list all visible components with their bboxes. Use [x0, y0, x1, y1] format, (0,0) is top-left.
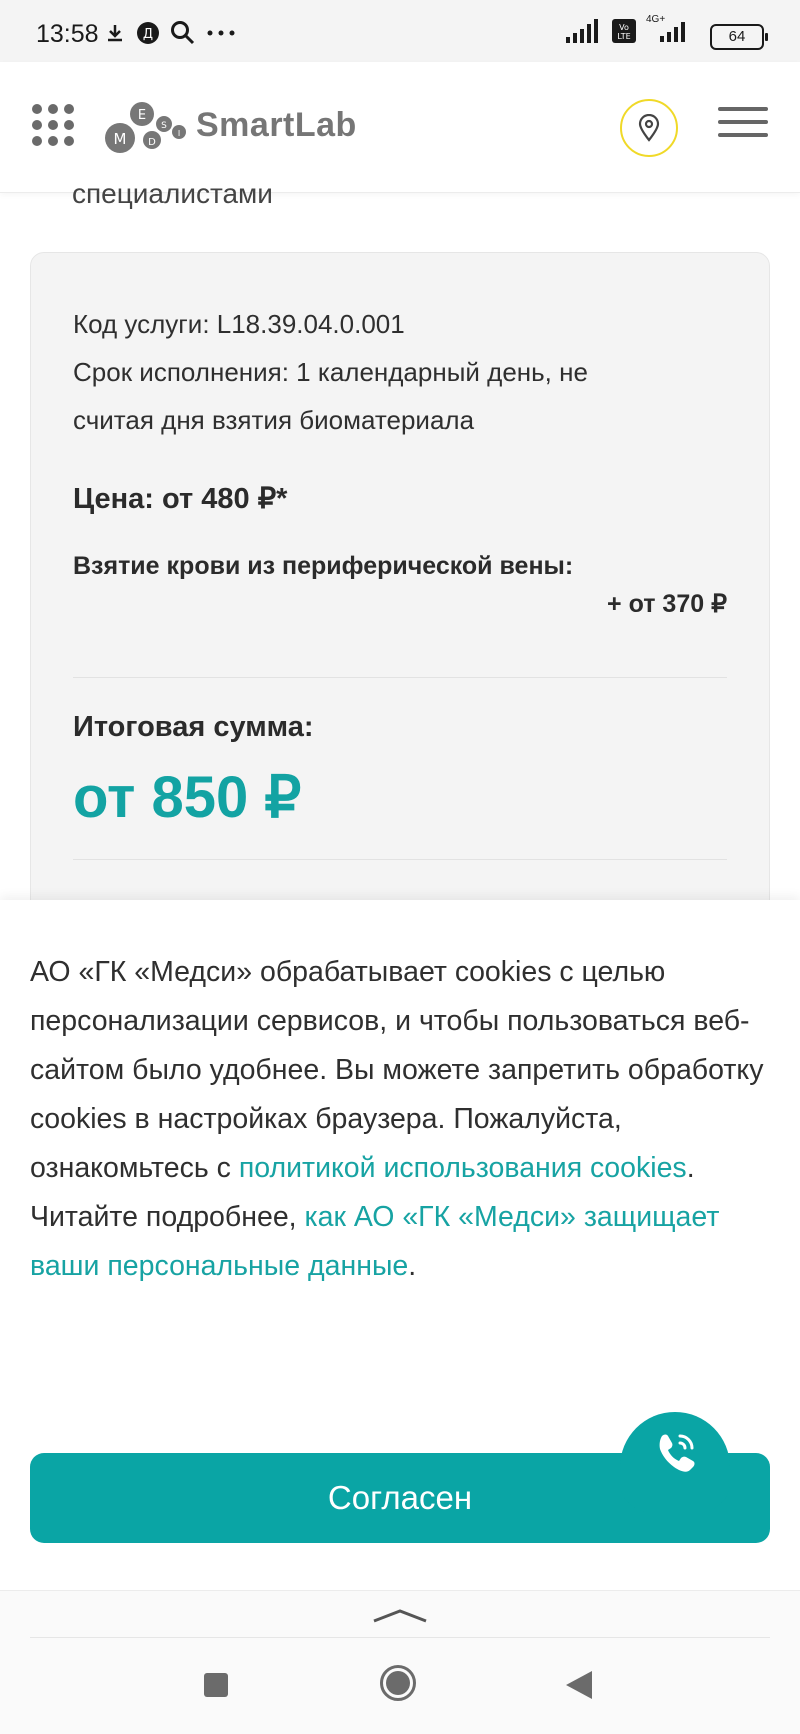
status-icons-left: Д — [104, 20, 236, 46]
svg-text:Д: Д — [143, 27, 153, 42]
apps-grid-icon[interactable] — [32, 104, 74, 146]
more-icon — [207, 30, 235, 36]
volte-icon: VoLTE — [612, 19, 636, 43]
search-icon — [171, 21, 195, 45]
status-time: 13:58 — [36, 20, 99, 48]
home-icon[interactable] — [380, 1665, 416, 1701]
divider — [30, 1637, 770, 1638]
bottom-bar — [0, 1590, 800, 1734]
svg-text:S: S — [161, 121, 167, 131]
signal-4g-icon: 4G+ — [646, 14, 690, 44]
download-icon — [108, 25, 122, 42]
svg-text:E: E — [138, 108, 146, 123]
service-code: Код услуги: L18.39.04.0.001 — [73, 309, 405, 339]
location-button[interactable] — [620, 99, 678, 157]
logo-text: SmartLab — [196, 106, 357, 144]
system-nav-bar — [0, 1661, 800, 1711]
location-pin-icon — [638, 114, 660, 142]
status-icons-right: Vo LTE 4G+ — [566, 14, 690, 44]
recent-apps-icon[interactable] — [204, 1673, 228, 1697]
cookie-text-part: . — [408, 1250, 417, 1282]
medsi-logo-mark: M E D S I — [105, 102, 186, 153]
term-line-2: считая дня взятия биоматериала — [73, 405, 475, 435]
svg-text:D: D — [148, 137, 156, 148]
call-button[interactable] — [620, 1412, 730, 1512]
service-card: Код услуги: L18.39.04.0.001 Срок исполне… — [30, 252, 770, 974]
total-label: Итоговая сумма: — [73, 711, 314, 743]
total-value: от 850 ₽ — [73, 765, 302, 830]
back-icon[interactable] — [566, 1671, 592, 1699]
signal-icon — [566, 19, 598, 43]
svg-text:I: I — [178, 129, 180, 138]
svg-text:M: M — [114, 130, 127, 148]
status-bar: 13:58 Д Vo LTE 4G+ 64 — [0, 0, 800, 70]
cookie-banner: АО «ГК «Медси» обрабатывает cookies с це… — [0, 900, 800, 1590]
chevron-up-icon[interactable] — [372, 1605, 428, 1625]
app-notification-icon: Д — [137, 22, 159, 44]
svg-text:Vo: Vo — [619, 23, 629, 32]
cookie-text: АО «ГК «Медси» обрабатывает cookies с це… — [30, 948, 770, 1291]
blood-draw-price: + от 370 ₽ — [607, 590, 727, 618]
price: Цена: от 480 ₽* — [73, 483, 288, 515]
divider — [73, 859, 727, 860]
blood-draw-label: Взятие крови из периферической вены: — [73, 552, 574, 580]
divider — [73, 677, 727, 678]
partial-text: специалистами — [72, 178, 273, 209]
site-header: M E D S I SmartLab — [0, 62, 800, 193]
hamburger-menu-icon[interactable] — [718, 107, 768, 141]
battery-icon: 64 — [710, 24, 768, 50]
cookie-text-part: АО «ГК «Медси» обрабатывает cookies с це… — [30, 956, 764, 1184]
phone-icon — [659, 1434, 695, 1472]
cookie-policy-link[interactable]: политикой использования cookies — [239, 1152, 687, 1184]
svg-text:LTE: LTE — [617, 32, 630, 41]
term-line-1: Срок исполнения: 1 календарный день, не — [73, 357, 588, 387]
